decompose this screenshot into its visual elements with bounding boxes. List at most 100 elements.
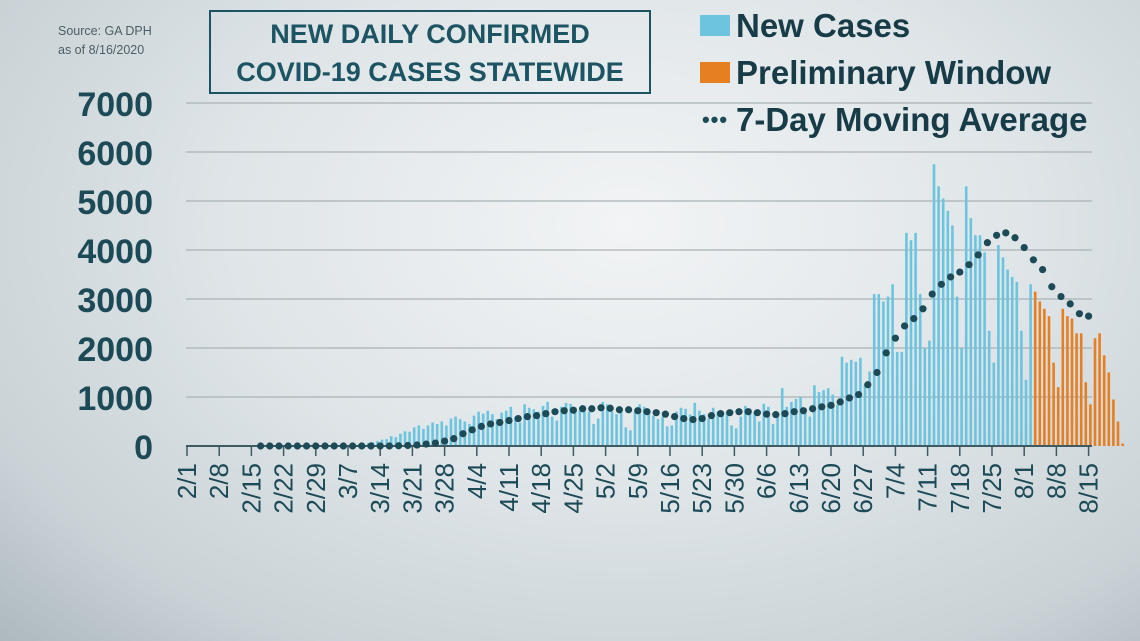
moving-average-dot — [1048, 283, 1056, 291]
preliminary-bar — [1038, 301, 1042, 446]
new-cases-bar — [941, 198, 945, 446]
moving-average-dot — [339, 442, 347, 450]
new-cases-bar — [955, 296, 959, 446]
moving-average-dot — [459, 430, 467, 438]
moving-average-dot — [514, 414, 522, 423]
new-cases-bar — [882, 301, 885, 446]
moving-average-dot — [606, 404, 614, 412]
preliminary-bar — [1102, 355, 1106, 446]
new-cases-bar — [615, 414, 618, 446]
moving-average-dot — [993, 231, 1001, 239]
moving-average-dot — [735, 408, 743, 416]
x-tick-label: 2/1 — [172, 463, 202, 499]
moving-average-dot — [468, 426, 476, 434]
new-cases-bar — [504, 410, 508, 446]
moving-average-dot — [1011, 234, 1019, 242]
preliminary-bar — [1043, 308, 1046, 446]
moving-average-dot — [643, 408, 651, 416]
x-tick-label: 6/13 — [784, 463, 814, 514]
new-cases-bar — [656, 419, 660, 446]
new-cases-bar — [757, 421, 761, 446]
moving-average-dot — [726, 409, 734, 417]
y-tick-label: 7000 — [77, 86, 153, 124]
moving-average-dot — [588, 405, 596, 413]
new-cases-bar — [918, 294, 922, 446]
moving-average-dot — [763, 410, 771, 418]
y-tick-label: 5000 — [77, 184, 153, 222]
preliminary-bar — [1112, 399, 1115, 446]
y-tick-label: 3000 — [77, 282, 153, 320]
moving-average-dot — [615, 406, 624, 414]
moving-average-dot — [873, 368, 881, 377]
new-cases-bar — [886, 296, 890, 446]
x-tick-label: 3/21 — [397, 463, 427, 514]
preliminary-bar — [1061, 308, 1065, 446]
new-cases-bar — [826, 388, 830, 446]
moving-average-dot — [965, 261, 973, 269]
new-cases-bar — [491, 414, 494, 446]
preliminary-bar — [1098, 333, 1101, 446]
new-cases-bar — [647, 410, 651, 446]
new-cases-bar — [937, 186, 940, 447]
new-cases-bar — [725, 411, 729, 446]
new-cases-bar — [629, 430, 632, 446]
new-cases-bar — [928, 340, 931, 446]
new-cases-bar — [900, 351, 904, 446]
x-tick-label: 8/1 — [1009, 463, 1039, 499]
moving-average-dot — [505, 416, 513, 425]
new-cases-bar — [790, 401, 793, 446]
x-tick-label: 4/25 — [558, 463, 588, 514]
moving-average-dot — [358, 442, 366, 450]
new-cases-bar — [619, 410, 623, 446]
new-cases-bar — [997, 245, 1000, 446]
moving-average-dot — [496, 418, 504, 427]
moving-average-dot — [404, 441, 412, 450]
new-cases-bar — [1001, 257, 1005, 446]
moving-average-dot — [1075, 310, 1083, 318]
new-cases-bar — [808, 416, 812, 446]
moving-average-dot — [827, 401, 835, 409]
x-tick-label: 2/8 — [204, 463, 234, 499]
new-cases-bar — [992, 362, 996, 446]
moving-average-dot — [1085, 312, 1093, 320]
moving-average-dot — [772, 411, 780, 419]
new-cases-bar — [891, 284, 894, 446]
moving-average-dot — [1066, 300, 1074, 308]
new-cases-bar — [987, 330, 991, 446]
new-cases-bar — [932, 164, 936, 446]
moving-average-dot — [661, 410, 670, 418]
preliminary-bar — [1052, 362, 1055, 446]
moving-average-dot — [799, 407, 808, 415]
y-tick-label: 2000 — [77, 331, 153, 369]
moving-average-dot — [753, 409, 762, 417]
moving-average-dot — [266, 442, 274, 450]
moving-average-dot — [790, 408, 798, 416]
moving-average-dot — [477, 422, 485, 430]
moving-average-dot — [882, 349, 890, 357]
moving-average-dot — [1002, 229, 1010, 237]
moving-average-dot — [919, 305, 927, 313]
moving-average-dot — [845, 394, 854, 402]
new-cases-bar — [661, 416, 664, 446]
new-cases-bar — [716, 411, 720, 446]
new-cases-bar — [596, 418, 600, 446]
new-cases-bar — [578, 410, 582, 446]
preliminary-bar — [1084, 382, 1088, 446]
new-cases-bar — [679, 407, 683, 446]
new-cases-bar — [693, 402, 697, 446]
x-tick-label: 5/23 — [687, 463, 717, 514]
x-tick-label: 7/4 — [880, 463, 910, 499]
new-cases-bar — [849, 359, 853, 446]
new-cases-bar — [684, 408, 687, 446]
preliminary-bar — [1089, 404, 1092, 446]
y-tick-label: 0 — [134, 429, 153, 467]
new-cases-bar — [555, 420, 559, 446]
moving-average-dot — [413, 441, 421, 449]
new-cases-bar — [964, 186, 968, 447]
new-cases-bar — [960, 348, 963, 446]
new-cases-bar — [854, 361, 858, 446]
x-tick-label: 4/4 — [462, 463, 492, 499]
x-tick-label: 7/11 — [913, 463, 943, 512]
new-cases-bar — [914, 232, 917, 446]
new-cases-bar — [895, 351, 899, 446]
